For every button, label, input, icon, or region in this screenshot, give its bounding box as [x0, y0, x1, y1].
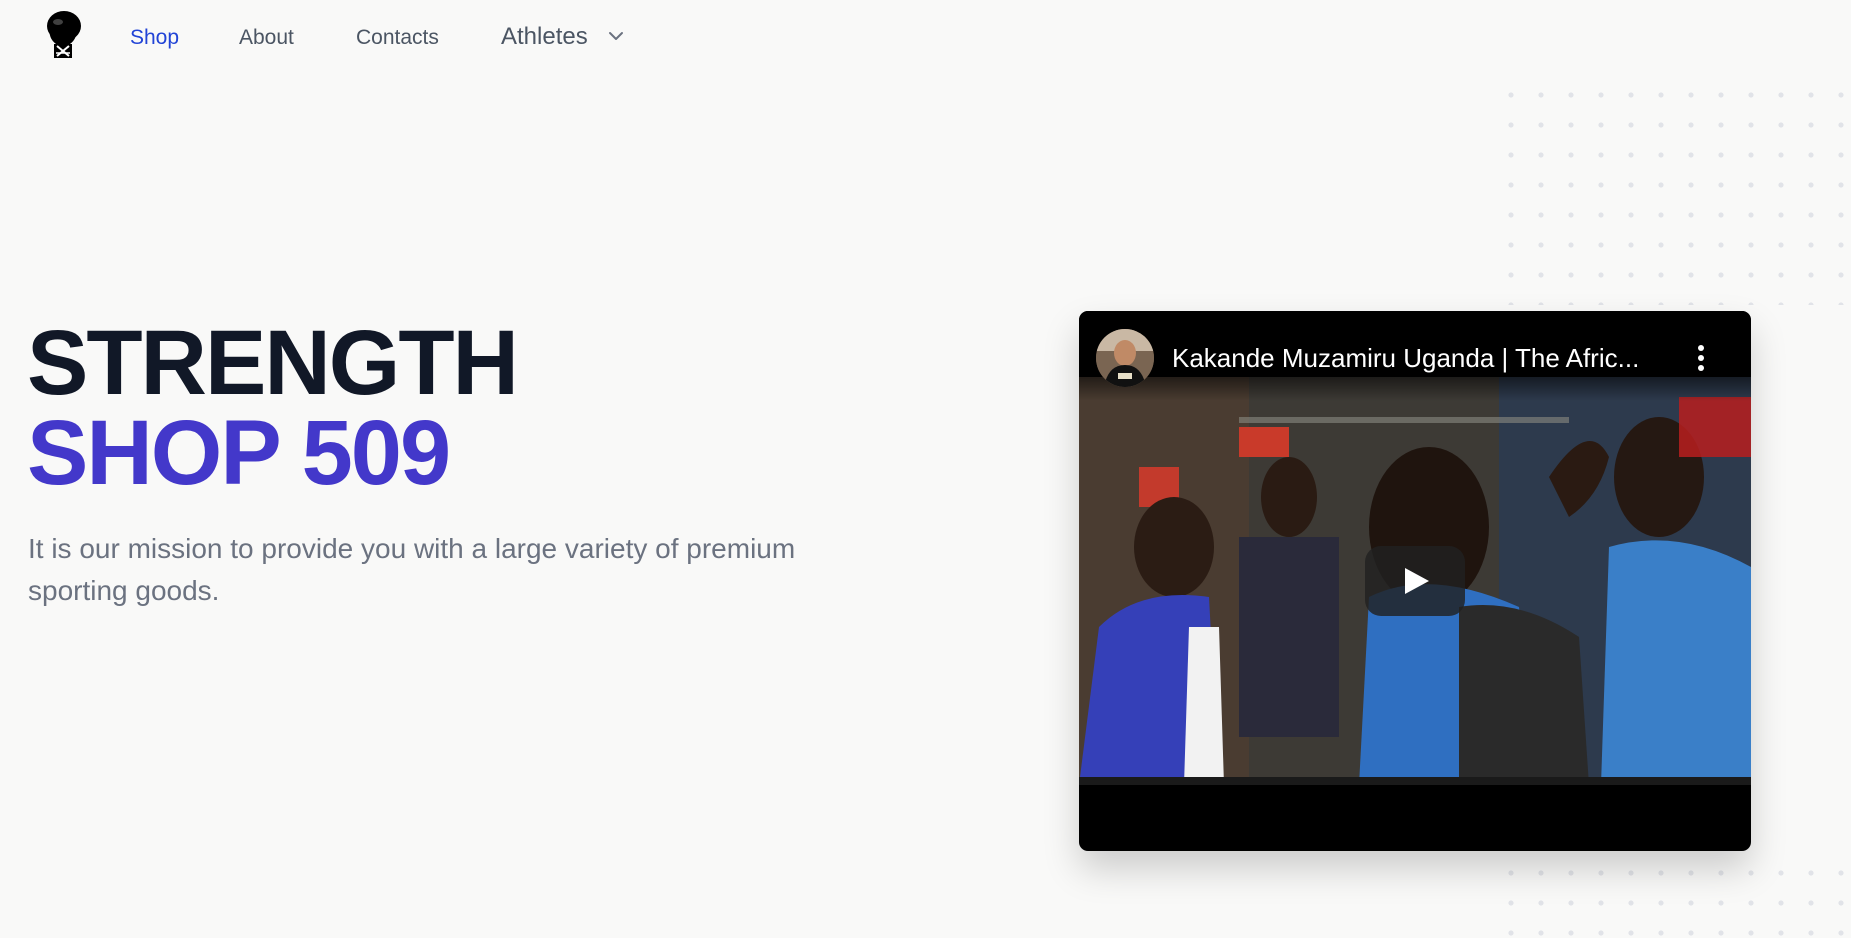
hero-title-line-1: STRENGTH: [27, 312, 519, 414]
more-vertical-icon[interactable]: [1691, 343, 1711, 373]
chevron-down-icon[interactable]: [606, 28, 626, 44]
hero-title-line-2: SHOP 509: [27, 402, 451, 504]
nav-link-shop[interactable]: Shop: [130, 24, 179, 52]
hero-subtitle: It is our mission to provide you with a …: [28, 533, 796, 606]
nav-dropdown-athletes[interactable]: Athletes: [501, 23, 588, 51]
dot-pattern-decoration: [1496, 858, 1851, 938]
video-embed[interactable]: Kakande Muzamiru Uganda | The Afric...: [1079, 311, 1751, 851]
video-title[interactable]: Kakande Muzamiru Uganda | The Afric...: [1172, 341, 1672, 375]
boxing-glove-logo[interactable]: [42, 8, 88, 60]
play-icon: [1405, 568, 1429, 594]
play-button[interactable]: [1365, 546, 1465, 616]
nav-link-contacts[interactable]: Contacts: [356, 24, 439, 52]
nav-link-about[interactable]: About: [239, 24, 294, 52]
channel-avatar[interactable]: [1096, 329, 1154, 387]
dot-pattern-decoration: [1496, 80, 1851, 305]
top-navigation: Shop About Contacts Athletes: [0, 0, 1851, 76]
hero-title: STRENGTH SHOP 509: [27, 312, 519, 504]
